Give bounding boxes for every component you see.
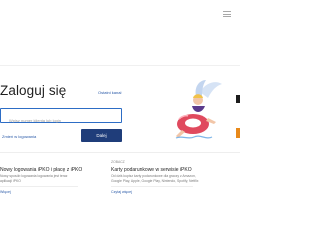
- login-input[interactable]: [1, 114, 121, 127]
- card-text-line: Google Play, Apple, Google Play, Nintend…: [111, 179, 199, 183]
- card-divider: [0, 186, 78, 187]
- card-category: ZOBACZ: [111, 160, 125, 164]
- water-wave: [175, 135, 213, 139]
- section-divider: [0, 152, 240, 153]
- promo-card-accent: [236, 128, 240, 138]
- login-title: Zaloguj się: [0, 83, 67, 98]
- card-heading: Nowy logowania iPKO i płacę z iPKO: [0, 167, 83, 173]
- card-link[interactable]: Więcej: [0, 190, 11, 194]
- remember-login-link[interactable]: Zmień w logowania: [2, 134, 36, 139]
- header-bar: [0, 0, 240, 66]
- help-link[interactable]: Ostatni kanał: [98, 90, 121, 95]
- card-divider: [111, 186, 193, 187]
- swim-ring-illustration: [175, 80, 222, 139]
- menu-icon[interactable]: [223, 11, 231, 17]
- login-page: Zaloguj się Ostatni kanał Zmień w logowa…: [0, 0, 240, 240]
- card-link[interactable]: Czytaj więcej: [111, 190, 132, 194]
- figure-body: [192, 106, 205, 112]
- card-heading: Karty podarunkowe w serwisie iPKO: [111, 167, 192, 173]
- swim-ring-hole: [185, 118, 201, 128]
- next-button[interactable]: Dalej: [81, 129, 122, 142]
- promo-card-edge: [236, 95, 240, 103]
- card-text-line: aplikacji iPKO: [0, 179, 21, 183]
- login-field[interactable]: [0, 108, 122, 127]
